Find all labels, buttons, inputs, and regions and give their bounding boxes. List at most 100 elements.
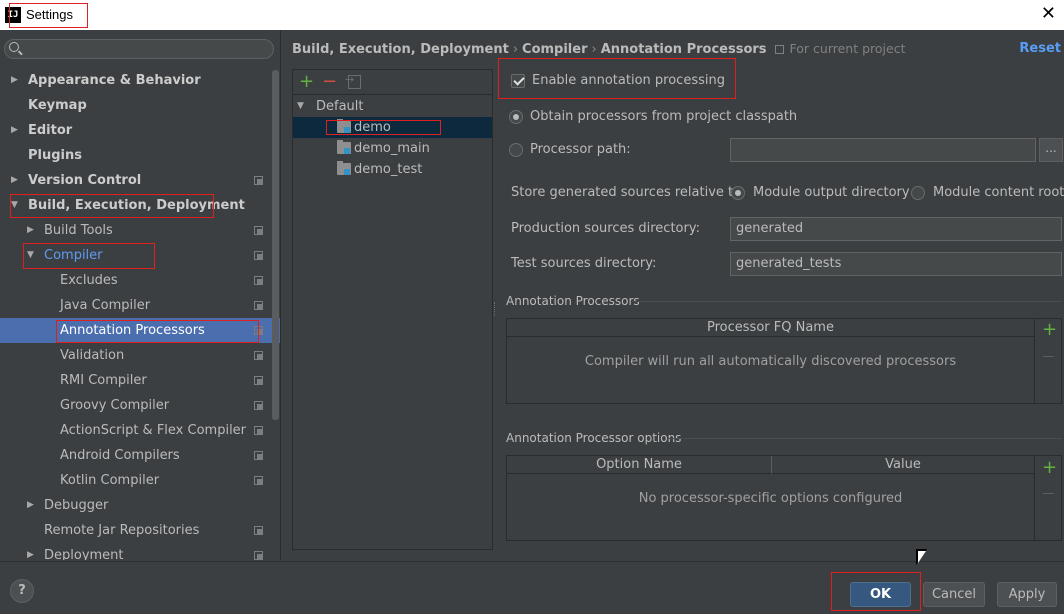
move-to-profile-icon[interactable] (345, 73, 361, 89)
cancel-button[interactable]: Cancel (923, 582, 985, 607)
processor-fq-name-header[interactable]: Processor FQ Name (507, 319, 1034, 337)
production-dir-label: Production sources directory: (511, 221, 700, 236)
dialog-footer: ? OK Cancel Apply (0, 561, 1064, 614)
ok-button[interactable]: OK (850, 582, 911, 607)
sidebar-item-build-execution-deployment[interactable]: ▼ Build, Execution, Deployment (0, 193, 280, 218)
sidebar-item-actionscript-flex-compiler[interactable]: ActionScript & Flex Compiler (0, 418, 280, 443)
add-option-icon[interactable]: + (1042, 459, 1057, 477)
project-scope-icon (254, 426, 263, 435)
apply-button[interactable]: Apply (997, 582, 1057, 607)
processor-profiles-panel: + − ▼ Default demo demo_main demo_test (292, 69, 493, 550)
add-profile-icon[interactable]: + (299, 70, 314, 94)
option-value-header[interactable]: Value (772, 456, 1034, 474)
section-divider (632, 301, 1062, 302)
sidebar-item-label: ActionScript & Flex Compiler (60, 423, 247, 438)
options-section-title: Annotation Processor options (506, 431, 682, 445)
sidebar-scrollbar[interactable] (272, 70, 279, 420)
profile-default-label: Default (316, 99, 364, 114)
processor-path-label: Processor path: (530, 142, 631, 157)
breadcrumb: Build, Execution, Deployment › Compiler › An… (292, 41, 906, 57)
module-output-label: Module output directory (753, 185, 910, 200)
settings-sidebar: ▶ Appearance & Behavior Keymap ▶ Editor … (0, 30, 281, 560)
sidebar-item-rmi-compiler[interactable]: RMI Compiler (0, 368, 280, 393)
splitter-grip[interactable] (494, 302, 496, 316)
processor-path-input[interactable] (730, 138, 1036, 162)
profile-default[interactable]: ▼ Default (293, 96, 492, 117)
sidebar-item-editor[interactable]: ▶ Editor (0, 118, 280, 143)
project-scope-icon (254, 326, 263, 335)
option-name-header[interactable]: Option Name (507, 456, 772, 474)
processors-table[interactable]: Processor FQ Name Compiler will run all … (506, 318, 1062, 404)
chevron-down-icon: ▼ (297, 101, 304, 111)
reset-link[interactable]: Reset (1019, 41, 1061, 56)
test-dir-label: Test sources directory: (511, 256, 657, 271)
project-scope-icon (254, 176, 263, 185)
sidebar-item-label: Deployment (44, 548, 124, 560)
project-scope-icon (254, 351, 263, 360)
module-demo-test[interactable]: demo_test (293, 159, 492, 180)
processor-path-radio[interactable] (509, 143, 523, 157)
sidebar-item-appearance[interactable]: ▶ Appearance & Behavior (0, 68, 280, 93)
sidebar-item-android-compilers[interactable]: Android Compilers (0, 443, 280, 468)
module-label: demo (354, 120, 391, 135)
project-scope-icon (254, 376, 263, 385)
module-demo[interactable]: demo (293, 117, 492, 138)
sidebar-item-label: Groovy Compiler (60, 398, 170, 413)
sidebar-item-label: Keymap (28, 98, 87, 113)
sidebar-item-annotation-processors[interactable]: Annotation Processors (0, 318, 280, 343)
browse-button[interactable]: ... (1039, 138, 1063, 162)
sidebar-item-label: Build Tools (44, 223, 113, 238)
table-toolbar-divider (1034, 456, 1035, 540)
module-output-radio[interactable] (731, 186, 745, 200)
module-folder-icon (337, 140, 351, 154)
module-demo-main[interactable]: demo_main (293, 138, 492, 159)
project-scope-icon (254, 476, 263, 485)
sidebar-item-label: Remote Jar Repositories (44, 523, 200, 538)
store-relative-label: Store generated sources relative to: (511, 185, 746, 200)
processors-section-title: Annotation Processors (506, 294, 640, 308)
project-scope-icon (774, 45, 784, 54)
sidebar-item-deployment[interactable]: ▶ Deployment (0, 543, 280, 560)
processors-empty-text: Compiler will run all automatically disc… (584, 354, 957, 369)
sidebar-item-kotlin-compiler[interactable]: Kotlin Compiler (0, 468, 280, 493)
sidebar-item-remote-jar-repositories[interactable]: Remote Jar Repositories (0, 518, 280, 543)
sidebar-item-groovy-compiler[interactable]: Groovy Compiler (0, 393, 280, 418)
close-icon[interactable]: ✕ (1041, 3, 1056, 24)
search-input[interactable] (4, 39, 274, 59)
project-scope-icon (254, 526, 263, 535)
sidebar-item-plugins[interactable]: Plugins (0, 143, 280, 168)
sidebar-item-label: Version Control (28, 173, 142, 188)
module-content-root-radio[interactable] (911, 186, 925, 200)
sidebar-item-keymap[interactable]: Keymap (0, 93, 280, 118)
sidebar-item-validation[interactable]: Validation (0, 343, 280, 368)
section-divider (668, 438, 1062, 439)
obtain-from-classpath-radio[interactable] (509, 110, 523, 124)
sidebar-item-label: Build, Execution, Deployment (28, 198, 245, 213)
module-content-root-label: Module content root (933, 185, 1064, 200)
enable-annotation-processing-checkbox[interactable] (511, 74, 525, 88)
remove-option-icon[interactable] (1043, 493, 1054, 494)
project-scope-icon (254, 401, 263, 410)
sidebar-item-java-compiler[interactable]: Java Compiler (0, 293, 280, 318)
sidebar-item-compiler[interactable]: ▼ Compiler (0, 243, 280, 268)
sidebar-item-version-control[interactable]: ▶ Version Control (0, 168, 280, 193)
help-button[interactable]: ? (10, 579, 34, 603)
sidebar-item-build-tools[interactable]: ▶ Build Tools (0, 218, 280, 243)
sidebar-item-debugger[interactable]: ▶ Debugger (0, 493, 280, 518)
test-dir-input[interactable]: generated_tests (730, 252, 1062, 276)
chevron-right-icon: ▶ (11, 75, 18, 85)
processor-options-table[interactable]: Option Name Value No processor-specific … (506, 455, 1062, 541)
window-title: Settings (26, 7, 73, 22)
chevron-right-icon: ▶ (27, 550, 34, 560)
production-dir-input[interactable]: generated (730, 217, 1062, 241)
breadcrumb-separator: › (512, 42, 519, 57)
table-toolbar-divider (1034, 319, 1035, 403)
remove-processor-icon[interactable] (1043, 356, 1054, 357)
sidebar-item-excludes[interactable]: Excludes (0, 268, 280, 293)
breadcrumb-build: Build, Execution, Deployment (292, 42, 509, 57)
remove-profile-icon[interactable]: − (322, 70, 337, 94)
sidebar-item-label: Kotlin Compiler (60, 473, 160, 488)
add-processor-icon[interactable]: + (1042, 321, 1057, 339)
sidebar-item-label: Compiler (44, 248, 103, 263)
breadcrumb-annotation-processors: Annotation Processors (600, 42, 767, 57)
